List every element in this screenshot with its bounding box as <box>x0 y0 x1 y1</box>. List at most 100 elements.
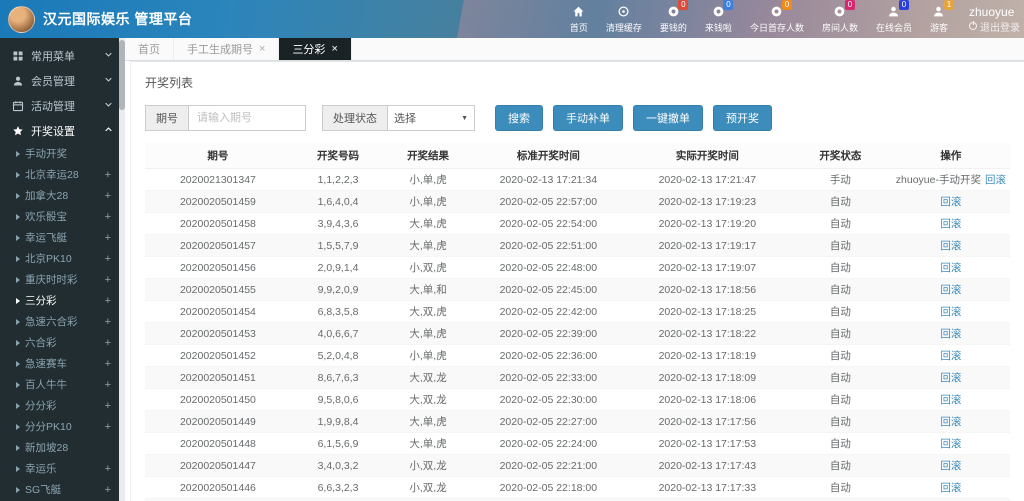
navbar-item-label: 游客 <box>929 22 948 33</box>
rollback-link[interactable]: 回滚 <box>940 196 961 208</box>
plus-icon[interactable]: + <box>105 253 111 265</box>
rollback-link[interactable]: 回滚 <box>940 262 961 274</box>
rollback-link[interactable]: 回滚 <box>940 240 961 252</box>
badge: 0 <box>844 0 855 10</box>
tab-active[interactable]: 三分彩 × <box>279 38 352 60</box>
navbar-item[interactable]: 0 来钱啦 <box>696 0 741 38</box>
plus-icon[interactable]: + <box>105 274 111 286</box>
rollback-link[interactable]: 回滚 <box>940 328 961 340</box>
sidebar-group[interactable]: 活动管理 <box>0 93 125 118</box>
table-cell: 自动 <box>788 344 892 367</box>
navbar-item[interactable]: 0 要钱的 <box>651 0 696 38</box>
rollback-link[interactable]: 回滚 <box>940 482 961 494</box>
table-row: 2020020501455 9,9,2,0,9 大,单,和 2020-02-05 22… <box>145 278 1010 301</box>
rollback-link[interactable]: 回滚 <box>940 372 961 384</box>
close-icon[interactable]: × <box>259 43 265 55</box>
pre-draw-button[interactable]: 预开奖 <box>713 105 772 131</box>
sidebar-group[interactable]: 开奖设置 <box>0 118 125 143</box>
navbar-item[interactable]: 0 在线会员 <box>867 0 921 38</box>
table-cell: 6,6,3,2,3 <box>290 476 386 499</box>
plus-icon[interactable]: + <box>105 400 111 412</box>
sidebar-item[interactable]: 手动开奖 <box>0 143 125 164</box>
sidebar-item[interactable]: 加拿大28 + <box>0 185 125 206</box>
operator-text: zhuoyue-手动开奖 <box>895 174 981 186</box>
plus-icon[interactable]: + <box>105 421 111 433</box>
table-cell: 2020-02-13 17:19:07 <box>625 256 789 279</box>
logout-button[interactable]: 退出登录 <box>969 19 1020 34</box>
rollback-link[interactable]: 回滚 <box>940 460 961 472</box>
rollback-link[interactable]: 回滚 <box>940 284 961 296</box>
navbar-item[interactable]: 首页 <box>561 0 597 38</box>
rollback-link[interactable]: 回滚 <box>940 438 961 450</box>
table-cell: 自动 <box>788 322 892 345</box>
sidebar-item[interactable]: 急速赛车 + <box>0 353 125 374</box>
plus-icon[interactable]: + <box>105 295 111 307</box>
sidebar-item[interactable]: 新加坡28 <box>0 437 125 458</box>
plus-icon[interactable]: + <box>105 484 111 496</box>
table-cell: 2020-02-05 22:18:00 <box>470 476 626 499</box>
draw-table: 期号 开奖号码 开奖结果 标准开奖时间 实际开奖时间 开奖状态 操作 20200213013… <box>145 143 1010 501</box>
plus-icon[interactable]: + <box>105 358 111 370</box>
rollback-link[interactable]: 回滚 <box>940 394 961 406</box>
sidebar-item[interactable]: 急速六合彩 + <box>0 311 125 332</box>
table-row: 2020021301347 1,1,2,2,3 小,单,虎 2020-02-13 17… <box>145 168 1010 191</box>
operation-cell: 回滚 <box>891 234 1010 257</box>
plus-icon[interactable]: + <box>105 190 111 202</box>
tab-label: 首页 <box>138 44 160 56</box>
status-select[interactable]: 选择 ▼ <box>387 105 475 131</box>
rollback-link[interactable]: 回滚 <box>940 218 961 230</box>
batch-cancel-button[interactable]: 一键撤单 <box>633 105 703 131</box>
sidebar-item[interactable]: 幸运飞艇 + <box>0 227 125 248</box>
sidebar-item-label: 手动开奖 <box>25 148 67 160</box>
navbar-item-label: 在线会员 <box>875 22 912 33</box>
table-cell: 2020-02-05 22:54:00 <box>470 212 626 235</box>
sidebar-scrollbar[interactable] <box>119 38 125 501</box>
plus-icon[interactable]: + <box>105 316 111 328</box>
navbar-item[interactable]: 0 房间人数 <box>813 0 867 38</box>
manual-supplement-button[interactable]: 手动补单 <box>553 105 623 131</box>
rollback-link[interactable]: 回滚 <box>940 306 961 318</box>
table-cell: 大,双,虎 <box>385 300 471 323</box>
table-cell: 3,4,0,3,2 <box>290 454 386 477</box>
tab-label: 三分彩 <box>292 44 326 56</box>
table-cell: 小,单,虎 <box>385 168 471 191</box>
table-cell: 9,9,2,0,9 <box>290 278 386 301</box>
sidebar-item[interactable]: 北京幸运28 + <box>0 164 125 185</box>
plus-icon[interactable]: + <box>105 463 111 475</box>
sidebar-group[interactable]: 会员管理 <box>0 68 125 93</box>
tab-item[interactable]: 手工生成期号 × <box>174 38 280 60</box>
navbar-item[interactable]: 1 游客 <box>921 0 957 38</box>
operation-cell: 回滚 <box>891 454 1010 477</box>
navbar-item[interactable]: 清理缓存 <box>597 0 651 38</box>
sidebar-item[interactable]: 分分彩 + <box>0 395 125 416</box>
sidebar-group[interactable]: 常用菜单 <box>0 43 125 68</box>
sidebar-group-label: 活动管理 <box>31 100 75 113</box>
plus-icon[interactable]: + <box>105 169 111 181</box>
sidebar-item[interactable]: 欢乐骰宝 + <box>0 206 125 227</box>
rollback-link[interactable]: 回滚 <box>985 174 1006 186</box>
plus-icon[interactable]: + <box>105 211 111 223</box>
table-cell: 2020020501456 <box>145 256 291 279</box>
sidebar-item[interactable]: 重庆时时彩 + <box>0 269 125 290</box>
sidebar-item[interactable]: 分分PK10 + <box>0 416 125 437</box>
rollback-link[interactable]: 回滚 <box>940 350 961 362</box>
sidebar-item[interactable]: 百人牛牛 + <box>0 374 125 395</box>
sidebar-item[interactable]: SG飞艇 + <box>0 479 125 500</box>
tab-item[interactable]: 首页 <box>125 38 174 60</box>
user-menu[interactable]: zhuoyue 退出登录 <box>957 0 1024 38</box>
plus-icon[interactable]: + <box>105 337 111 349</box>
close-icon[interactable]: × <box>331 43 337 55</box>
rollback-link[interactable]: 回滚 <box>940 416 961 428</box>
panel-title: 开奖列表 <box>145 76 194 90</box>
plus-icon[interactable]: + <box>105 232 111 244</box>
sidebar-item[interactable]: 六合彩 + <box>0 332 125 353</box>
issue-input[interactable] <box>188 105 306 131</box>
sidebar-scrollbar-thumb[interactable] <box>119 40 125 110</box>
plus-icon[interactable]: + <box>105 379 111 391</box>
sidebar-item[interactable]: 幸运乐 + <box>0 458 125 479</box>
sidebar-item[interactable]: 北京PK10 + <box>0 248 125 269</box>
search-button[interactable]: 搜索 <box>495 105 543 131</box>
sidebar-item[interactable]: 三分彩 + <box>0 290 125 311</box>
navbar-item[interactable]: 0 今日首存人数 <box>741 0 813 38</box>
table-row: 2020020501450 9,5,8,0,6 大,双,龙 2020-02-05 22… <box>145 388 1010 411</box>
